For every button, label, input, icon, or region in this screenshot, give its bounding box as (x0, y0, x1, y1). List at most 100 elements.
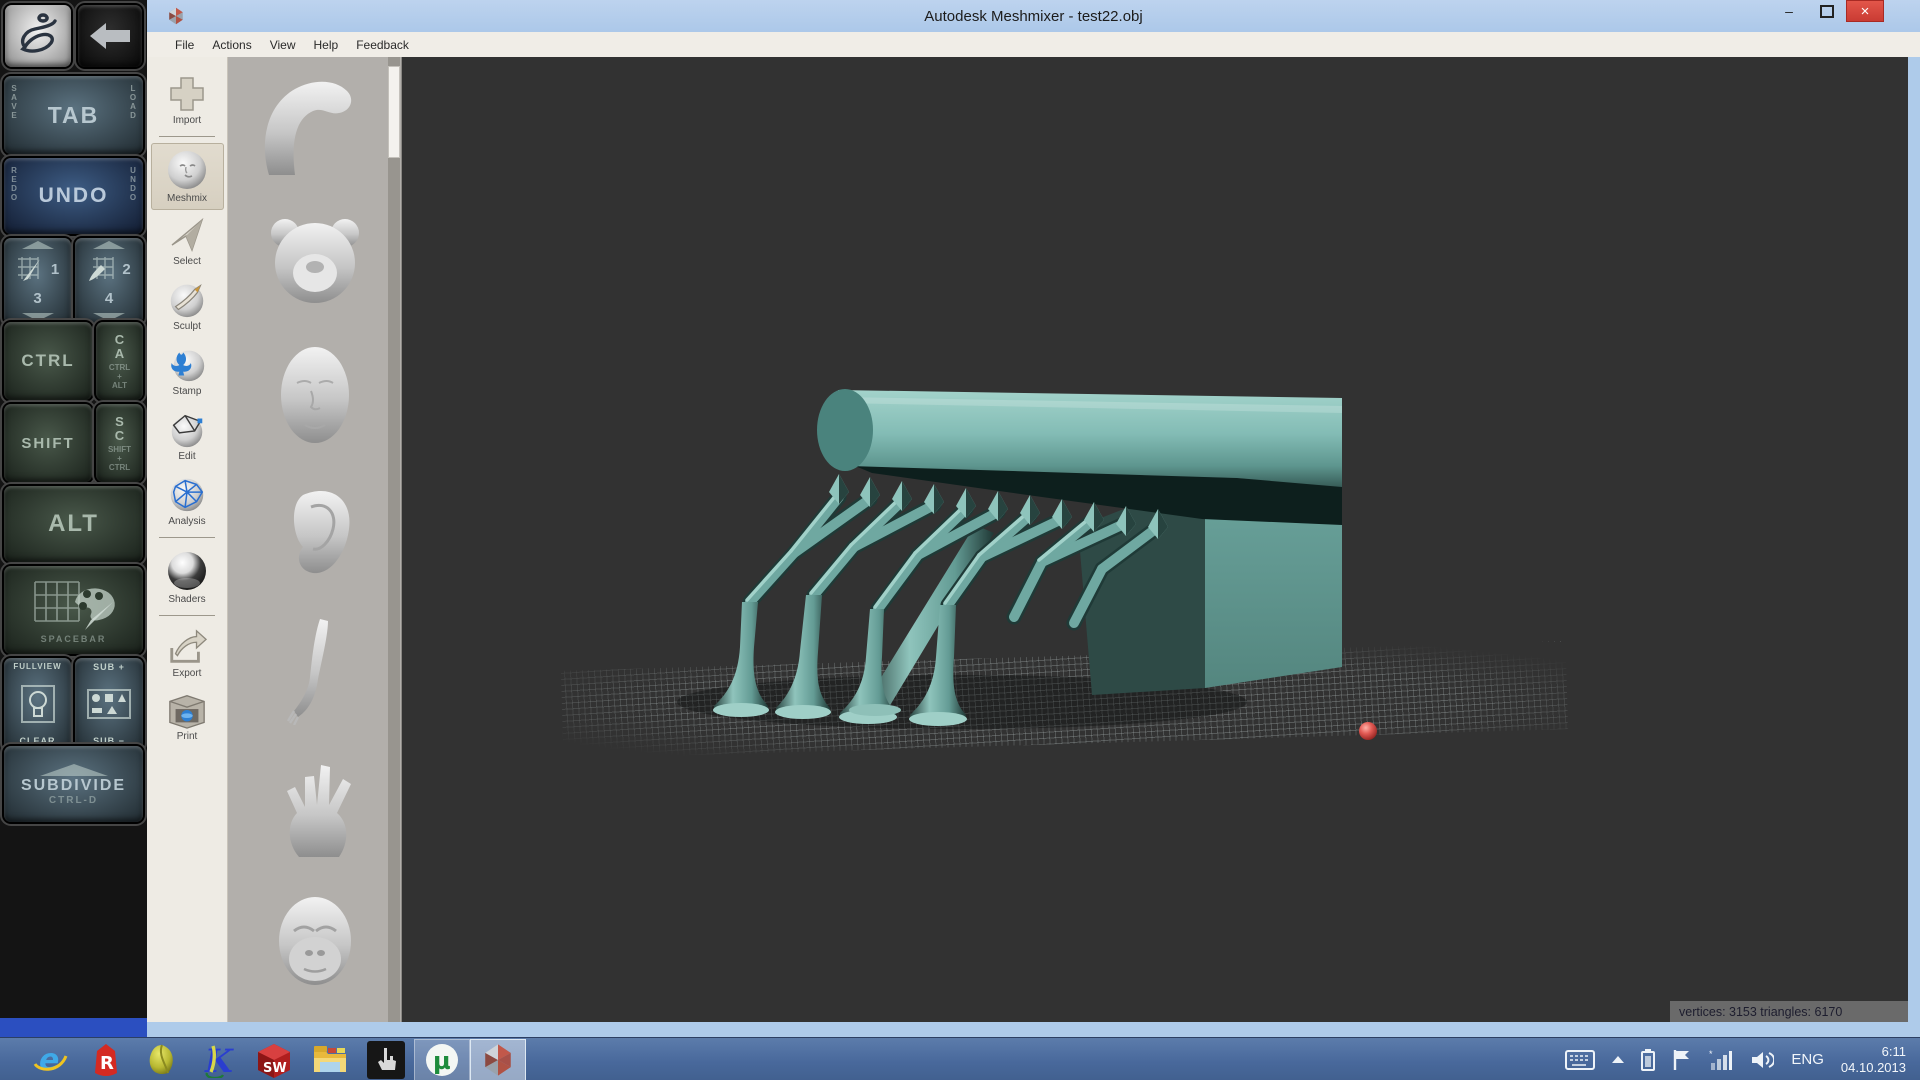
svg-text:K: K (204, 1042, 234, 1078)
tool-print[interactable]: Print (151, 685, 224, 748)
battery-icon[interactable] (1641, 1049, 1655, 1071)
ctrl-alt-button[interactable]: C A CTRL + ALT (96, 322, 143, 400)
menu-file[interactable]: File (166, 35, 203, 55)
export-arrow-icon (166, 627, 208, 667)
sculpt-brush-icon (166, 278, 208, 320)
close-button[interactable]: × (1846, 0, 1884, 22)
zbrush-logo-button[interactable] (5, 5, 71, 67)
chevron-up-icon (93, 241, 125, 249)
tool-edit[interactable]: Edit (151, 403, 224, 468)
analysis-mesh-icon (166, 473, 208, 515)
tool-analysis[interactable]: Analysis (151, 468, 224, 533)
pen-grid-icon (16, 255, 46, 283)
touch-keyboard-icon[interactable] (1565, 1050, 1595, 1070)
arm-part[interactable] (286, 615, 344, 725)
taskbar-hand-pointer-app[interactable] (358, 1039, 414, 1080)
back-button[interactable] (78, 5, 142, 67)
meshmix-sphere-icon (165, 148, 209, 192)
tool-sculpt[interactable]: Sculpt (151, 273, 224, 338)
menu-view[interactable]: View (261, 35, 305, 55)
shift-label: SHIFT (21, 435, 74, 452)
subdivide-hint: CTRL-D (49, 796, 98, 805)
file-explorer-icon (312, 1044, 348, 1076)
hand-part[interactable] (269, 757, 361, 861)
tool-select[interactable]: Select (151, 210, 224, 273)
shift-ctrl-button[interactable]: S C SHIFT + CTRL (96, 404, 143, 482)
cylinder-end-cap (817, 389, 873, 471)
shift-button[interactable]: SHIFT (4, 404, 92, 482)
maximize-button[interactable] (1808, 0, 1846, 22)
ctrl-button[interactable]: CTRL (4, 322, 92, 400)
brush-grid-icon (87, 255, 117, 283)
taskbar-yellow-sphere-app[interactable] (134, 1039, 190, 1080)
palette-grid-icon (31, 576, 117, 632)
tab-button[interactable]: S A V E TAB L O A D (4, 76, 143, 154)
select-arrow-icon (167, 215, 207, 255)
tab-label: TAB (48, 102, 100, 129)
volume-speaker-icon[interactable] (1750, 1049, 1774, 1071)
k-3d-app-icon: K (201, 1042, 235, 1078)
human-head-part[interactable] (267, 343, 363, 453)
tab-load-label: L O A D (127, 84, 139, 120)
ctrl-label: CTRL (21, 351, 74, 371)
taskbar-file-explorer[interactable] (302, 1039, 358, 1080)
language-indicator[interactable]: ENG (1791, 1051, 1824, 1068)
taskbar-meshmixer[interactable] (470, 1039, 526, 1080)
alt-button[interactable]: ALT (4, 486, 143, 562)
tool-import[interactable]: Import (151, 69, 224, 132)
gorilla-head-part[interactable] (270, 893, 360, 989)
spacebar-button[interactable]: SPACEBAR (4, 566, 143, 654)
tool-stamp[interactable]: Stamp (151, 338, 224, 403)
menu-actions[interactable]: Actions (203, 35, 260, 55)
ear-part[interactable] (269, 485, 361, 583)
fullview-label: FULLVIEW (13, 662, 61, 671)
taskbar-utorrent[interactable]: µ (414, 1039, 470, 1080)
chevron-down-icon (22, 313, 54, 321)
network-signal-icon[interactable]: * (1709, 1049, 1733, 1071)
subdivide-label: SUBDIVIDE (21, 777, 126, 795)
slot2-top-number: 2 (122, 261, 130, 278)
docked-strip (0, 1018, 147, 1037)
bear-head-part[interactable] (260, 215, 370, 311)
sub-minus-label: SUB − (93, 736, 125, 746)
taskbar-clock[interactable]: 6:11 04.10.2013 (1841, 1044, 1906, 1076)
menu-feedback[interactable]: Feedback (347, 35, 418, 55)
meshmix-library-panel (228, 57, 402, 1022)
library-scrollbar-thumb[interactable] (388, 66, 400, 158)
sub-button[interactable]: SUB + SUB − (75, 658, 143, 750)
library-scrollbar[interactable] (388, 57, 400, 1022)
show-hidden-icons-button[interactable] (1612, 1056, 1624, 1063)
flexed-arm-part[interactable] (251, 71, 379, 183)
tool-shaders[interactable]: Shaders (151, 544, 224, 611)
model-scene (402, 57, 1908, 1022)
subdivide-button[interactable]: SUBDIVIDE CTRL-D (4, 746, 143, 822)
slot2-bottom-number: 4 (105, 290, 113, 307)
clock-time: 6:11 (1841, 1044, 1906, 1060)
pivot-sphere[interactable] (1359, 722, 1377, 740)
undo-redo-label: R E D O (8, 166, 20, 202)
taskbar-red-r-app[interactable]: R (78, 1039, 134, 1080)
action-center-flag-icon[interactable] (1672, 1049, 1692, 1071)
tool-export[interactable]: Export (151, 622, 224, 685)
viewport-3d[interactable]: vertices: 3153 triangles: 6170 (402, 57, 1920, 1022)
title-bar[interactable]: Autodesk Meshmixer - test22.obj – × (147, 0, 1920, 33)
minimize-button[interactable]: – (1770, 0, 1808, 22)
status-bar: vertices: 3153 triangles: 6170 (1670, 1001, 1918, 1022)
meshmixer-window: Autodesk Meshmixer - test22.obj – × File… (147, 0, 1920, 1022)
tool-meshmix[interactable]: Meshmix (151, 143, 224, 210)
brush-slot-1-button[interactable]: 1 3 (4, 238, 71, 324)
chevron-up-icon (22, 241, 54, 249)
red-r-app-icon: R (91, 1043, 121, 1077)
undo-label: UNDO (39, 184, 109, 208)
tab-save-label: S A V E (8, 84, 20, 120)
toolbar-separator (159, 537, 215, 538)
taskbar-internet-explorer[interactable]: e (22, 1039, 78, 1080)
back-arrow-icon (88, 21, 132, 51)
taskbar-k-3d-app[interactable]: K (190, 1039, 246, 1080)
meshmixer-icon (481, 1043, 515, 1077)
undo-button[interactable]: R E D O UNDO U N D O (4, 158, 143, 234)
brush-slot-2-button[interactable]: 2 4 (75, 238, 143, 324)
menu-help[interactable]: Help (305, 35, 348, 55)
fullview-clear-button[interactable]: FULLVIEW CLEAR (4, 658, 71, 750)
taskbar-solidworks[interactable]: SW (246, 1039, 302, 1080)
